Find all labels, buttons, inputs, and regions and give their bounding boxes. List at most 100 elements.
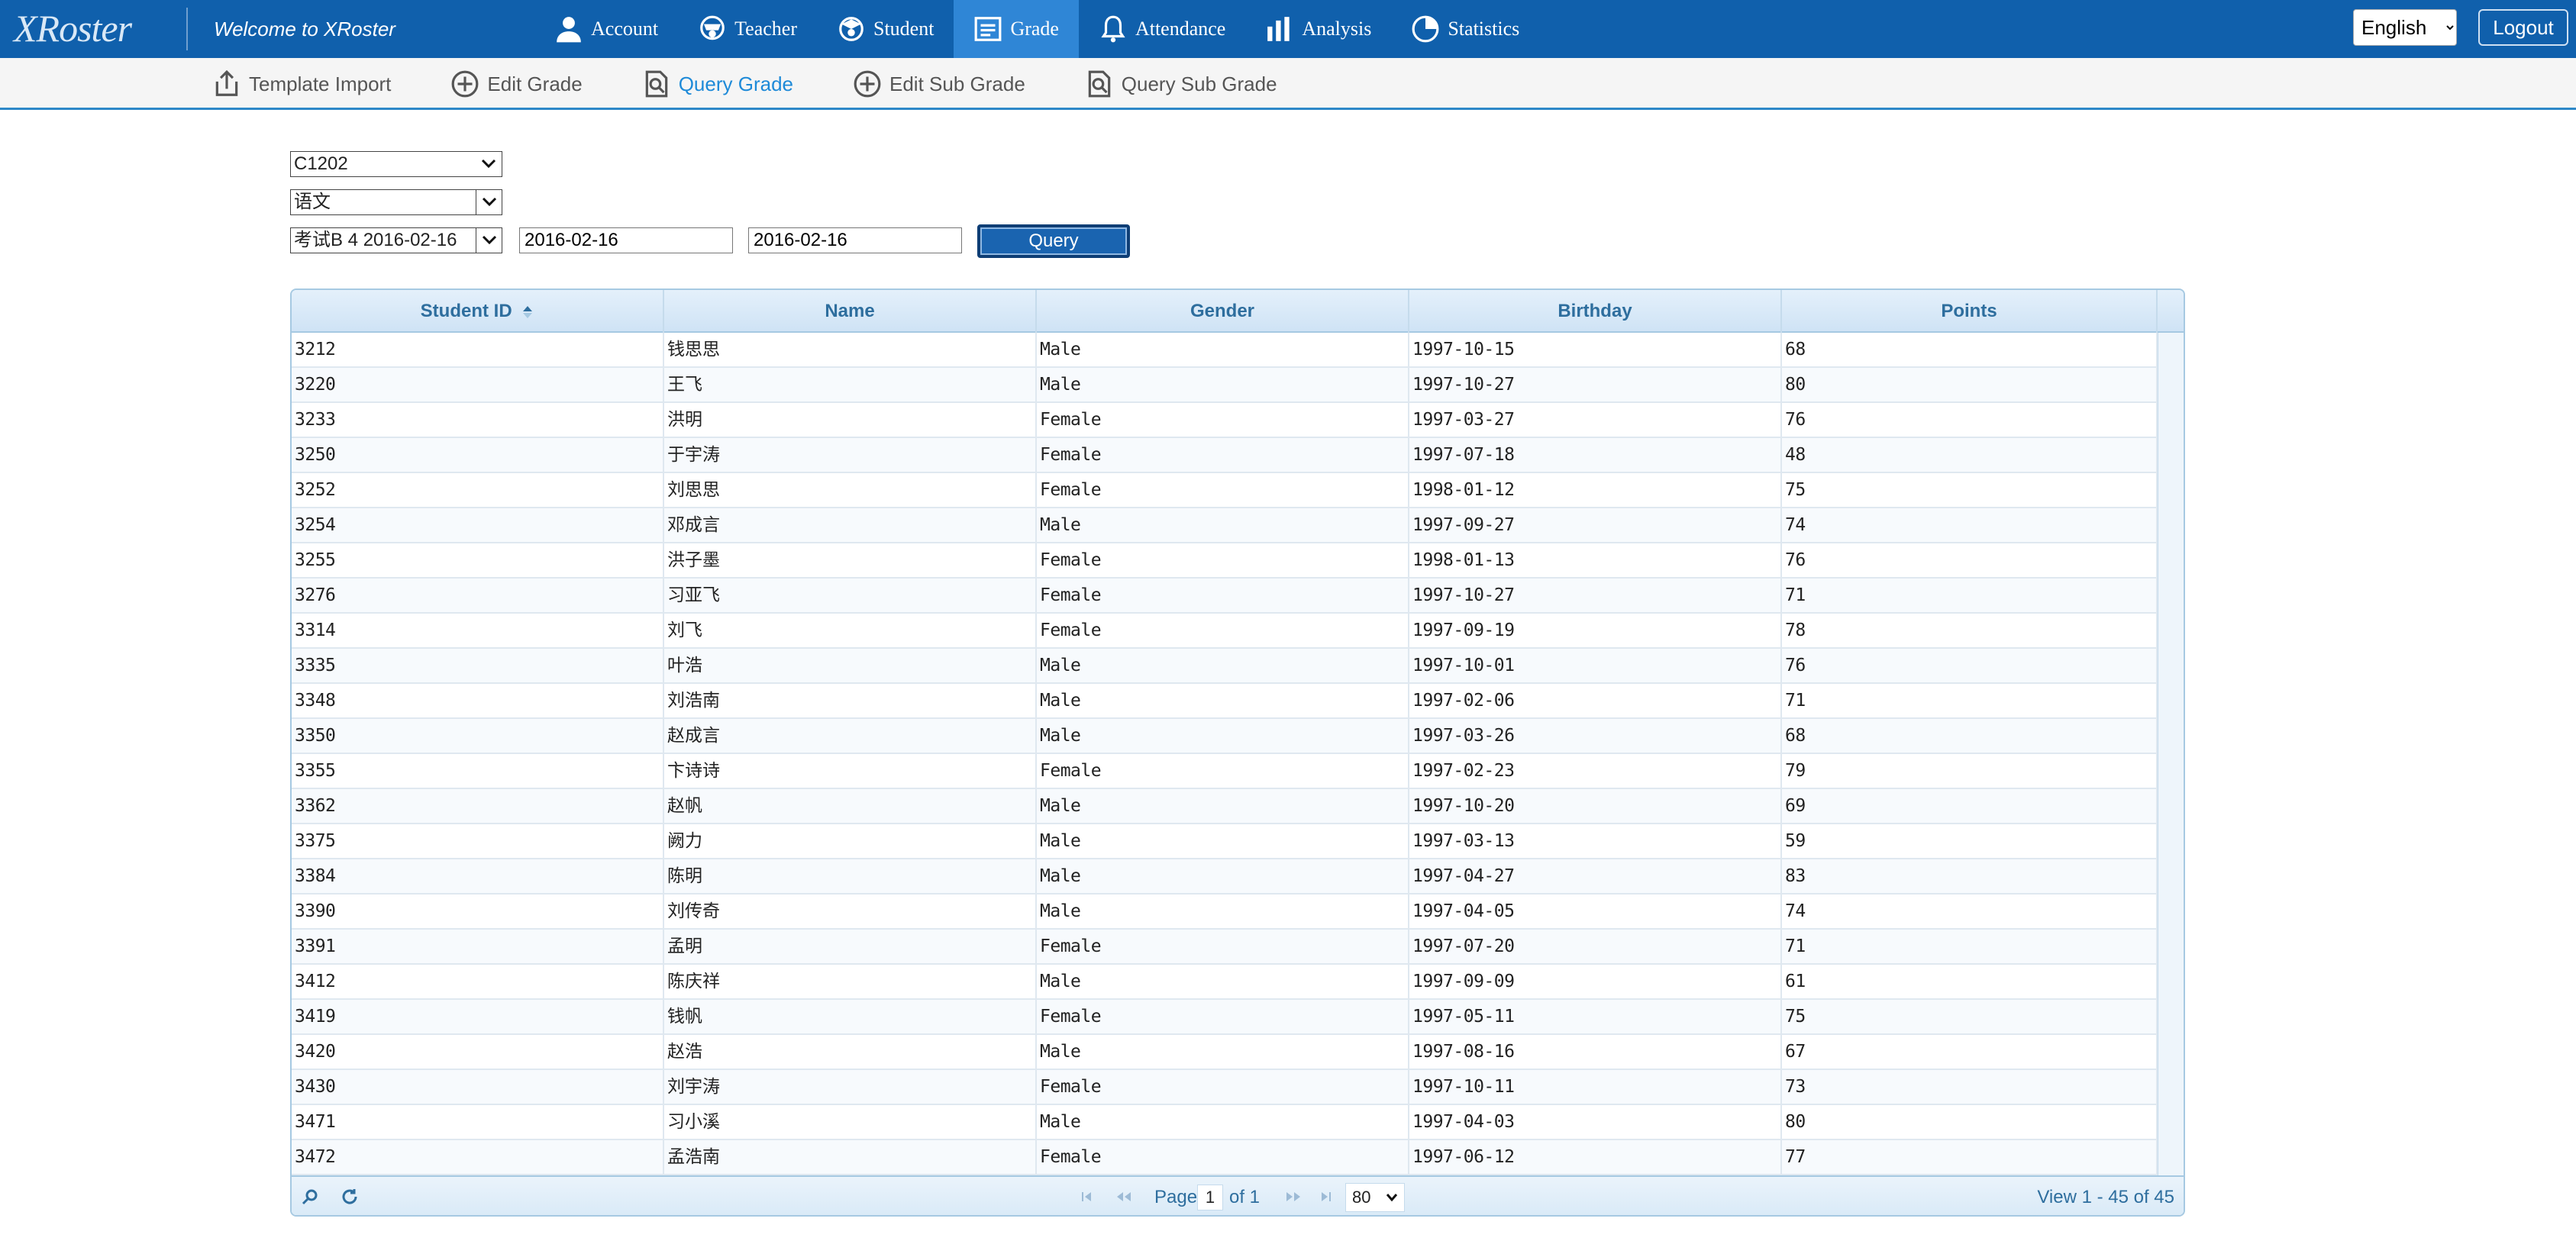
nav-item-label: Statistics [1448, 18, 1520, 40]
cell-name: 陈庆祥 [664, 965, 1037, 998]
nav-item-grade[interactable]: Grade [954, 0, 1079, 58]
subnav-edit-grade[interactable]: Edit Grade [450, 58, 583, 110]
table-row[interactable]: 3390 刘传奇 Male 1997-04-05 74 [292, 894, 2158, 930]
cell-student-id: 3348 [292, 684, 664, 717]
table-row[interactable]: 3335 叶浩 Male 1997-10-01 76 [292, 649, 2158, 684]
cell-gender: Male [1037, 859, 1409, 893]
page-number-input[interactable]: 1 [1197, 1185, 1223, 1210]
language-select[interactable]: English [2353, 9, 2457, 46]
cell-name: 叶浩 [664, 649, 1037, 682]
cell-birthday: 1997-05-11 [1409, 1000, 1782, 1033]
cell-birthday: 1997-10-15 [1409, 333, 1782, 366]
date-from-input[interactable] [519, 227, 733, 253]
table-row[interactable]: 3233 洪明 Female 1997-03-27 76 [292, 403, 2158, 438]
cell-gender: Male [1037, 649, 1409, 682]
cell-points: 59 [1782, 824, 2158, 858]
table-row[interactable]: 3276 习亚飞 Female 1997-10-27 71 [292, 579, 2158, 614]
logout-button[interactable]: Logout [2478, 9, 2568, 46]
page-size-select[interactable]: 80 [1345, 1183, 1405, 1212]
nav-item-teacher[interactable]: Teacher [678, 0, 817, 58]
cell-name: 赵成言 [664, 719, 1037, 753]
cell-gender: Male [1037, 368, 1409, 401]
column-header-gender[interactable]: Gender [1037, 290, 1409, 333]
table-row[interactable]: 3314 刘飞 Female 1997-09-19 78 [292, 614, 2158, 649]
last-page-icon[interactable] [1315, 1186, 1336, 1207]
subnav-label: Edit Sub Grade [889, 72, 1025, 95]
cell-birthday: 1997-07-18 [1409, 438, 1782, 472]
cell-student-id: 3471 [292, 1105, 664, 1139]
table-row[interactable]: 3212 钱思思 Male 1997-10-15 68 [292, 333, 2158, 368]
cell-birthday: 1997-10-27 [1409, 579, 1782, 612]
exam-select[interactable]: 考试B 4 2016-02-16 [290, 227, 502, 253]
app-logo[interactable]: XRoster [14, 6, 166, 50]
subnav-edit-sub-grade[interactable]: Edit Sub Grade [853, 58, 1025, 110]
table-row[interactable]: 3350 赵成言 Male 1997-03-26 68 [292, 719, 2158, 754]
table-row[interactable]: 3391 孟明 Female 1997-07-20 71 [292, 930, 2158, 965]
table-row[interactable]: 3375 阙力 Male 1997-03-13 59 [292, 824, 2158, 859]
refresh-icon[interactable] [339, 1186, 360, 1207]
cell-birthday: 1997-07-20 [1409, 930, 1782, 963]
cell-birthday: 1997-02-23 [1409, 754, 1782, 788]
table-row[interactable]: 3220 王飞 Male 1997-10-27 80 [292, 368, 2158, 403]
class-select[interactable]: C1202 [290, 151, 502, 177]
table-row[interactable]: 3384 陈明 Male 1997-04-27 83 [292, 859, 2158, 894]
subject-select[interactable]: 语文 [290, 189, 502, 215]
cell-birthday: 1997-03-27 [1409, 403, 1782, 437]
table-row[interactable]: 3472 孟浩南 Female 1997-06-12 77 [292, 1140, 2158, 1175]
cell-points: 73 [1782, 1070, 2158, 1104]
subnav-template-import[interactable]: Template Import [212, 58, 391, 110]
cell-name: 刘宇涛 [664, 1070, 1037, 1104]
nav-item-student[interactable]: Student [817, 0, 954, 58]
cell-name: 习亚飞 [664, 579, 1037, 612]
table-row[interactable]: 3254 邓成言 Male 1997-09-27 74 [292, 508, 2158, 543]
nav-item-analysis[interactable]: Analysis [1245, 0, 1391, 58]
cell-student-id: 3252 [292, 473, 664, 507]
first-page-icon[interactable] [1078, 1186, 1099, 1207]
table-row[interactable]: 3255 洪子墨 Female 1998-01-13 76 [292, 543, 2158, 579]
page-label: Page [1154, 1187, 1198, 1207]
cell-student-id: 3276 [292, 579, 664, 612]
cell-student-id: 3390 [292, 894, 664, 928]
cell-name: 洪明 [664, 403, 1037, 437]
cell-birthday: 1997-04-03 [1409, 1105, 1782, 1139]
cell-gender: Female [1037, 1000, 1409, 1033]
vertical-scrollbar[interactable] [2158, 333, 2184, 1175]
student-icon [839, 17, 864, 41]
search-icon[interactable] [299, 1186, 321, 1207]
table-row[interactable]: 3430 刘宇涛 Female 1997-10-11 73 [292, 1070, 2158, 1105]
nav-item-attendance[interactable]: Attendance [1079, 0, 1245, 58]
table-row[interactable]: 3355 卞诗诗 Female 1997-02-23 79 [292, 754, 2158, 789]
query-button[interactable]: Query [977, 224, 1130, 258]
subnav-query-grade[interactable]: Query Grade [642, 58, 793, 110]
column-header-birthday[interactable]: Birthday [1409, 290, 1782, 333]
nav-item-label: Account [591, 18, 659, 40]
cell-points: 76 [1782, 543, 2158, 577]
nav-item-statistics[interactable]: Statistics [1391, 0, 1539, 58]
column-header-name[interactable]: Name [664, 290, 1037, 333]
chevron-down-icon [1386, 1194, 1398, 1202]
table-row[interactable]: 3252 刘思思 Female 1998-01-12 75 [292, 473, 2158, 508]
cell-points: 78 [1782, 614, 2158, 647]
cell-birthday: 1997-03-13 [1409, 824, 1782, 858]
table-row[interactable]: 3471 习小溪 Male 1997-04-03 80 [292, 1105, 2158, 1140]
table-row[interactable]: 3348 刘浩南 Male 1997-02-06 71 [292, 684, 2158, 719]
table-row[interactable]: 3362 赵帆 Male 1997-10-20 69 [292, 789, 2158, 824]
date-to-input[interactable] [748, 227, 962, 253]
table-row[interactable]: 3250 于宇涛 Female 1997-07-18 48 [292, 438, 2158, 473]
sub-nav: Template Import Edit Grade Query Grade E… [212, 58, 1337, 110]
cell-student-id: 3355 [292, 754, 664, 788]
cell-birthday: 1997-08-16 [1409, 1035, 1782, 1069]
subnav-query-sub-grade[interactable]: Query Sub Grade [1085, 58, 1277, 110]
table-row[interactable]: 3412 陈庆祥 Male 1997-09-09 61 [292, 965, 2158, 1000]
column-header-student-id[interactable]: Student ID [292, 290, 664, 333]
nav-item-account[interactable]: Account [534, 0, 678, 58]
table-row[interactable]: 3419 钱帆 Female 1997-05-11 75 [292, 1000, 2158, 1035]
welcome-text: Welcome to XRoster [214, 18, 395, 40]
cell-gender: Female [1037, 614, 1409, 647]
table-row[interactable]: 3420 赵浩 Male 1997-08-16 67 [292, 1035, 2158, 1070]
column-header-points[interactable]: Points [1782, 290, 2158, 333]
next-page-icon[interactable] [1283, 1186, 1304, 1207]
cell-birthday: 1998-01-13 [1409, 543, 1782, 577]
cell-gender: Male [1037, 965, 1409, 998]
previous-page-icon[interactable] [1113, 1186, 1135, 1207]
